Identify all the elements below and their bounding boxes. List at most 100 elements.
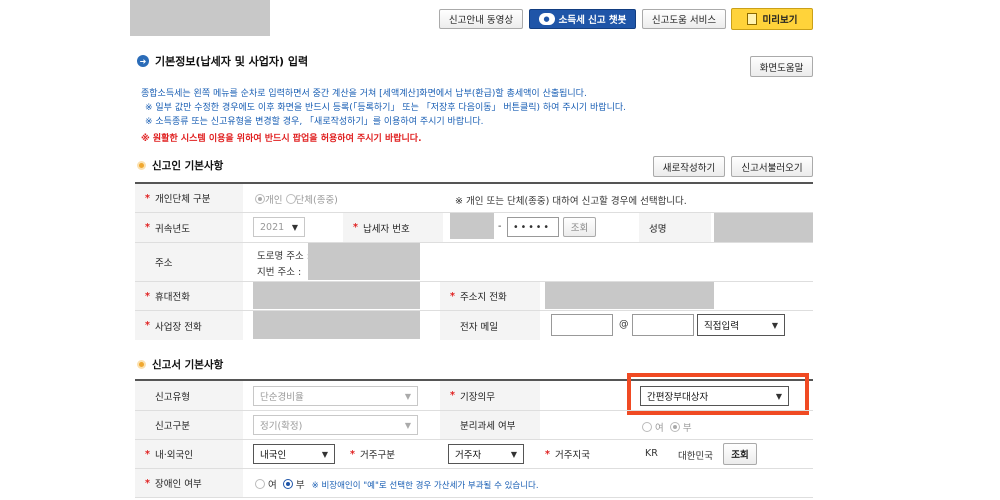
disabled-label: * 장애인 여부 — [135, 469, 243, 497]
preview-icon — [746, 13, 757, 25]
biz-phone-redacted — [253, 311, 420, 339]
row-divider — [135, 497, 813, 498]
disabled-yes-radio[interactable] — [255, 479, 265, 489]
chatbot-label: 소득세 신고 챗봇 — [558, 15, 627, 26]
reporter-title-text: 신고인 기본사항 — [152, 160, 224, 172]
name-redacted — [714, 213, 813, 242]
email-domain-select[interactable]: 직접입력 ▼ — [697, 314, 785, 336]
disabled-no-label: 부 — [295, 480, 305, 491]
type-group-label: 단체(종중) — [295, 195, 338, 206]
separate-tax-yes-label: 여 — [655, 423, 664, 434]
screen-help-button[interactable]: 화면도움말 — [750, 56, 813, 77]
arrow-right-icon: ➜ — [137, 55, 149, 67]
residence-select[interactable]: 거주자 ▼ — [448, 444, 524, 464]
type-label: * 개인단체 구분 — [135, 184, 243, 212]
report-class-label: 신고구분 — [135, 411, 243, 439]
mobile-redacted — [253, 282, 420, 309]
region-name: 대한민국 — [678, 451, 713, 462]
report-type-label: 신고유형 — [135, 381, 243, 410]
nationality-select[interactable]: 내국인 ▼ — [253, 444, 335, 464]
tin-redacted — [450, 213, 494, 239]
separate-tax-yes-radio[interactable] — [642, 422, 652, 432]
nationality-value: 내국인 — [260, 450, 287, 461]
bookkeeping-select[interactable]: 간편장부대상자 ▼ — [640, 386, 789, 406]
tin-input[interactable]: ••••• — [507, 217, 559, 237]
new-write-button[interactable]: 새로작성하기 — [653, 156, 725, 177]
tin-dash: - — [498, 221, 502, 232]
name-label: 성명 — [639, 213, 711, 242]
notice-line-2: ※ 일부 값만 수정한 경우에도 이후 화면을 반드시 등록(「등록하기」 또는… — [145, 103, 626, 113]
filing-title-text: 신고서 기본사항 — [152, 359, 224, 371]
report-type-select[interactable]: 단순경비율 ▼ — [253, 386, 418, 406]
tin-masked-value: ••••• — [513, 221, 552, 233]
nationality-label: * 내·외국인 — [135, 440, 243, 468]
email-domain-input[interactable] — [632, 314, 694, 336]
region-label: * 거주지국 — [535, 440, 635, 468]
biz-phone-label: * 사업장 전화 — [135, 311, 243, 340]
chevron-down-icon: ▼ — [404, 420, 411, 430]
separate-tax-no-label: 부 — [682, 423, 692, 434]
email-label: 전자 메일 — [440, 311, 540, 340]
lot-address-label: 지번 주소 : — [257, 267, 302, 278]
report-class-value: 정기(확정) — [260, 421, 303, 432]
filing-section-title: 신고서 기본사항 — [137, 357, 223, 372]
chevron-down-icon: ▼ — [510, 449, 517, 459]
bullet-icon — [137, 161, 146, 170]
chevron-down-icon: ▼ — [775, 391, 782, 401]
chatbot-button[interactable]: ● 소득세 신고 챗봇 — [529, 9, 636, 29]
type-radio-individual[interactable] — [255, 194, 265, 204]
bookkeeping-value: 간편장부대상자 — [647, 392, 709, 403]
year-label: * 귀속년도 — [135, 213, 243, 242]
disabled-yes-label: 여 — [268, 480, 277, 491]
filing-table: 신고유형 단순경비율 ▼ * 기장의무 간편장부대상자 ▼ 신고구분 정기(확정) ▼ … — [135, 373, 813, 500]
chevron-down-icon: ▼ — [291, 222, 298, 232]
type-individual-label: 개인 — [265, 195, 283, 206]
chevron-down-icon: ▼ — [321, 449, 328, 459]
redacted-logo — [130, 0, 270, 36]
tin-label: * 납세자 번호 — [343, 213, 443, 242]
help-service-button[interactable]: 신고도움 서비스 — [642, 9, 726, 29]
bookkeeping-label: * 기장의무 — [440, 381, 540, 410]
reporter-table: * 개인단체 구분 개인 단체(종중) ※ 개인 또는 단체(종중) 대하여 신고… — [135, 182, 813, 340]
report-type-value: 단순경비율 — [260, 392, 304, 403]
year-select[interactable]: 2021 ▼ — [253, 217, 305, 237]
type-note: ※ 개인 또는 단체(종중) 대하여 신고할 경우에 선택합니다. — [455, 196, 687, 207]
page-title: ➜ 기본정보(납세자 및 사업자) 입력 — [137, 53, 308, 69]
separate-tax-label: 분리과세 여부 — [440, 411, 540, 439]
type-radio-group-btn[interactable] — [285, 194, 296, 204]
disabled-note: ※ 비장애인이 "예"로 선택한 경우 가산세가 부과될 수 있습니다. — [311, 481, 539, 491]
notice-block: 종합소득세는 왼쪽 메뉴를 순차로 입력하면서 중간 계산을 거쳐 [세액계산]… — [141, 87, 761, 146]
region-code: KR — [645, 448, 658, 459]
report-class-select[interactable]: 정기(확정) ▼ — [253, 415, 418, 435]
home-phone-redacted — [545, 282, 714, 309]
page-title-text: 기본정보(납세자 및 사업자) 입력 — [155, 55, 309, 68]
notice-line-1: 종합소득세는 왼쪽 메뉴를 순차로 입력하면서 중간 계산을 거쳐 [세액계산]… — [141, 89, 587, 99]
load-report-button[interactable]: 신고서불러오기 — [731, 156, 813, 177]
address-label: 주소 — [135, 243, 243, 281]
email-domain-value: 직접입력 — [704, 321, 739, 332]
chevron-down-icon: ▼ — [771, 320, 778, 330]
tin-lookup-button[interactable]: 조회 — [563, 217, 596, 237]
residence-value: 거주자 — [455, 450, 482, 461]
email-id-input[interactable] — [551, 314, 613, 336]
email-at: @ — [619, 319, 629, 330]
separate-tax-no-radio[interactable] — [669, 422, 680, 432]
region-lookup-button[interactable]: 조회 — [723, 443, 757, 465]
chevron-down-icon: ▼ — [404, 391, 411, 401]
type-radio-group: 개인 단체(종중) — [255, 192, 338, 206]
address-redacted — [308, 243, 420, 280]
home-phone-label: * 주소지 전화 — [440, 282, 540, 310]
preview-button[interactable]: 미리보기 — [731, 8, 813, 30]
notice-line-3: ※ 소득종류 또는 신고유형을 변경할 경우, 「새로작성하기」를 이용하여 주… — [145, 117, 484, 127]
bullet-icon — [137, 360, 146, 369]
preview-label: 미리보기 — [762, 15, 798, 26]
residence-label: * 거주구분 — [340, 440, 440, 468]
disabled-radio-group: 여 부 ※ 비장애인이 "예"로 선택한 경우 가산세가 부과될 수 있습니다. — [255, 477, 539, 491]
year-value: 2021 — [260, 221, 285, 233]
disabled-no-radio[interactable] — [282, 479, 293, 489]
notice-line-4: ※ 원활한 시스템 이용을 위하여 반드시 팝업을 허용하여 주시기 바랍니다. — [141, 134, 422, 144]
video-guide-button[interactable]: 신고안내 동영상 — [439, 9, 523, 29]
road-address-label: 도로명 주소 : — [257, 251, 310, 262]
mobile-label: * 휴대전화 — [135, 282, 243, 310]
reporter-section-title: 신고인 기본사항 — [137, 158, 223, 173]
